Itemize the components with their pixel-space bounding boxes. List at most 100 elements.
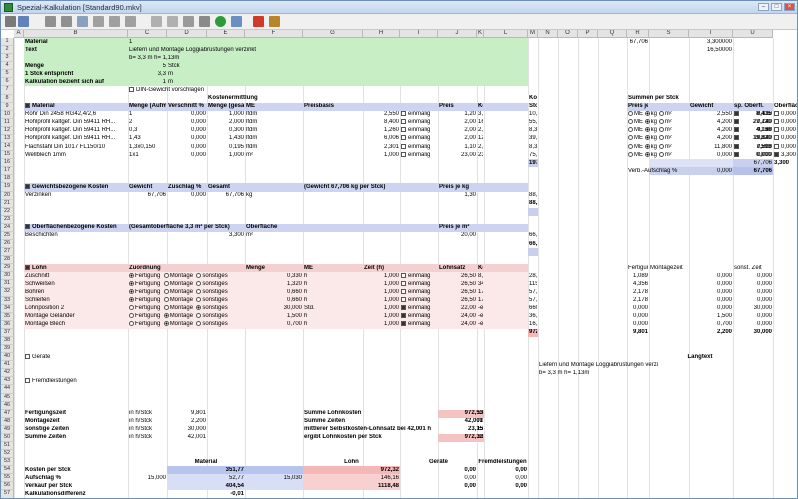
lohn-zeit[interactable]: 1,000 — [364, 289, 399, 296]
preis-je-radio-icon[interactable] — [644, 143, 650, 149]
r-top-value-1[interactable]: 67,706 — [628, 39, 648, 46]
verb-value[interactable]: 0,000 — [690, 168, 732, 175]
row-header[interactable]: 57 — [1, 490, 14, 498]
material-kosten[interactable]: 2,52 — [478, 127, 483, 134]
zuordnung-radio-icon[interactable] — [196, 288, 202, 294]
zeit-value[interactable]: 30,000 — [168, 426, 206, 433]
sum-h-fremd[interactable]: Fremdleistungen — [478, 459, 527, 466]
material-name[interactable]: Hohlprofil kaltgef. Din 59411 RH... — [25, 135, 127, 142]
zuordnung-radio-icon[interactable] — [129, 272, 134, 278]
row-header[interactable]: 10 — [1, 110, 14, 119]
row-header[interactable]: 50 — [1, 433, 14, 442]
preis-je-radio-icon[interactable] — [628, 127, 633, 133]
material-menge-gesamt[interactable]: 1,000 — [208, 111, 244, 118]
gewicht-row-p[interactable]: 1,30 — [439, 192, 476, 199]
geraete-section[interactable]: Geräte — [25, 353, 127, 361]
text-value[interactable]: Liefern und Montage Loggiabrüstungen ver… — [129, 47, 399, 54]
bezieht-value[interactable]: 1 — [129, 79, 166, 86]
column-header[interactable]: M — [528, 30, 538, 38]
ober-row-o[interactable]: 3,300 — [208, 232, 244, 239]
preis-je-radio-icon[interactable] — [658, 135, 664, 141]
zeit-rvalue[interactable]: 972,53 — [439, 410, 483, 417]
preis-je-radio[interactable]: ME kg m² — [628, 143, 688, 151]
material-preis[interactable]: 2,00 — [439, 127, 476, 134]
ober-col[interactable]: Oberfläche — [246, 224, 302, 231]
preis-je-radio[interactable]: ME kg m² — [628, 127, 688, 134]
zuordnung-radio-icon[interactable] — [129, 280, 134, 286]
lohn-sonst[interactable]: 0,000 — [734, 321, 772, 328]
einmalig-option[interactable]: einmalig — [401, 280, 437, 288]
einmalig-checkbox-icon[interactable] — [401, 272, 406, 278]
kosten-col-material[interactable]: Material — [25, 103, 127, 110]
summen-spez-oberflaeche[interactable]: 0,140 — [734, 127, 772, 134]
zuordnung-radio-icon[interactable] — [163, 305, 169, 311]
zuordnung-radio-icon[interactable] — [129, 321, 134, 327]
checkbox-icon[interactable] — [774, 119, 779, 125]
gewicht-col[interactable]: Gesamt — [208, 184, 244, 191]
checkbox-icon[interactable] — [25, 377, 30, 383]
row-header[interactable]: 49 — [1, 425, 14, 434]
row-header[interactable]: 25 — [1, 231, 14, 240]
preis-je-radio-icon[interactable] — [644, 151, 650, 157]
row-header[interactable]: 9 — [1, 102, 14, 111]
lohn-zeit[interactable]: 1,000 — [364, 273, 399, 280]
checkbox-icon[interactable] — [774, 127, 779, 133]
din-checkbox-icon[interactable] — [129, 86, 134, 92]
row-header[interactable]: 39 — [1, 345, 14, 354]
row-header[interactable]: 23 — [1, 215, 14, 224]
r-top-value-3[interactable]: 16,50000 — [690, 47, 732, 54]
row-header[interactable]: 51 — [1, 442, 14, 451]
summen-spez-oberflaeche[interactable]: 0,140 — [734, 119, 772, 126]
einmalig-checkbox-icon[interactable] — [401, 297, 406, 303]
zuordnung-radio-icon[interactable] — [129, 288, 134, 294]
column-header[interactable]: U — [733, 30, 773, 38]
ober-col[interactable]: Preis je m² — [439, 224, 476, 231]
einmalig-checkbox-icon[interactable] — [401, 313, 406, 319]
material-preisbasis[interactable]: 1,260 — [364, 127, 399, 134]
zuordnung-radio-icon[interactable] — [196, 297, 202, 303]
lohn-col[interactable]: Lohnsatz — [439, 265, 476, 272]
material-verschnitt[interactable]: 0,000 — [168, 152, 206, 159]
kosten-col-header[interactable]: Menge (gesamt) — [208, 103, 244, 110]
lohn-col[interactable]: Menge — [246, 265, 302, 272]
lohn-zeit[interactable]: 1,000 — [364, 281, 399, 288]
copy-icon[interactable] — [93, 16, 104, 27]
row-header[interactable]: 38 — [1, 336, 14, 346]
material-kosten[interactable]: 3,06 — [478, 111, 483, 118]
checkbox-icon[interactable] — [25, 224, 30, 230]
text-label[interactable]: Text — [25, 47, 127, 54]
lohn-me[interactable]: h — [304, 321, 362, 328]
lohn-menge[interactable]: 0,330 — [246, 273, 302, 280]
column-header[interactable]: F — [245, 30, 303, 38]
lohn-lohnsatz[interactable]: 26,50 — [439, 281, 476, 288]
lohn-lohnsatz[interactable]: 24,00 — [439, 321, 476, 328]
lohn-sonst[interactable]: 0,000 — [734, 273, 772, 280]
zeit-value[interactable]: 9,801 — [168, 410, 206, 417]
preis-je-radio-icon[interactable] — [628, 135, 633, 141]
column-header[interactable]: H — [363, 30, 400, 38]
trash-icon[interactable] — [199, 16, 210, 27]
zuordnung-radio-icon[interactable] — [163, 280, 169, 286]
material-verschnitt[interactable]: 0,000 — [168, 111, 206, 118]
zeit-rlabel[interactable]: Summe Lohnkosten — [304, 410, 437, 417]
row-header[interactable]: 26 — [1, 240, 14, 249]
material-me[interactable]: lfdm — [246, 144, 302, 151]
zeit-unit[interactable]: in h/Stck — [129, 434, 166, 441]
zuordnung-radio-icon[interactable] — [196, 313, 202, 319]
zeit-unit[interactable]: in h/Stck — [129, 426, 166, 433]
material-kps[interactable]: 8,35 — [529, 144, 537, 151]
lohn-zuordnung[interactable]: Fertigung Montage sonstiges — [129, 297, 244, 304]
lohn-kosten[interactable]: 8,75 — [478, 273, 483, 280]
row-header[interactable]: 18 — [1, 175, 14, 184]
einmalig-option[interactable]: einmalig — [401, 313, 437, 320]
preis-je-radio-icon[interactable] — [658, 143, 664, 149]
sum-m1[interactable]: 351,77 — [208, 467, 244, 474]
row-header[interactable]: 2 — [1, 46, 14, 55]
material-menge[interactable]: 1,43 — [129, 135, 166, 142]
material-menge-gesamt[interactable]: 0,195 — [208, 144, 244, 151]
material-menge-gesamt[interactable]: 1,430 — [208, 135, 244, 142]
langtext-title[interactable]: Langtext — [628, 354, 772, 361]
row-header[interactable]: 4 — [1, 62, 14, 71]
material-kps[interactable]: 75,90 — [529, 152, 537, 159]
checkbox-icon[interactable] — [774, 143, 779, 149]
